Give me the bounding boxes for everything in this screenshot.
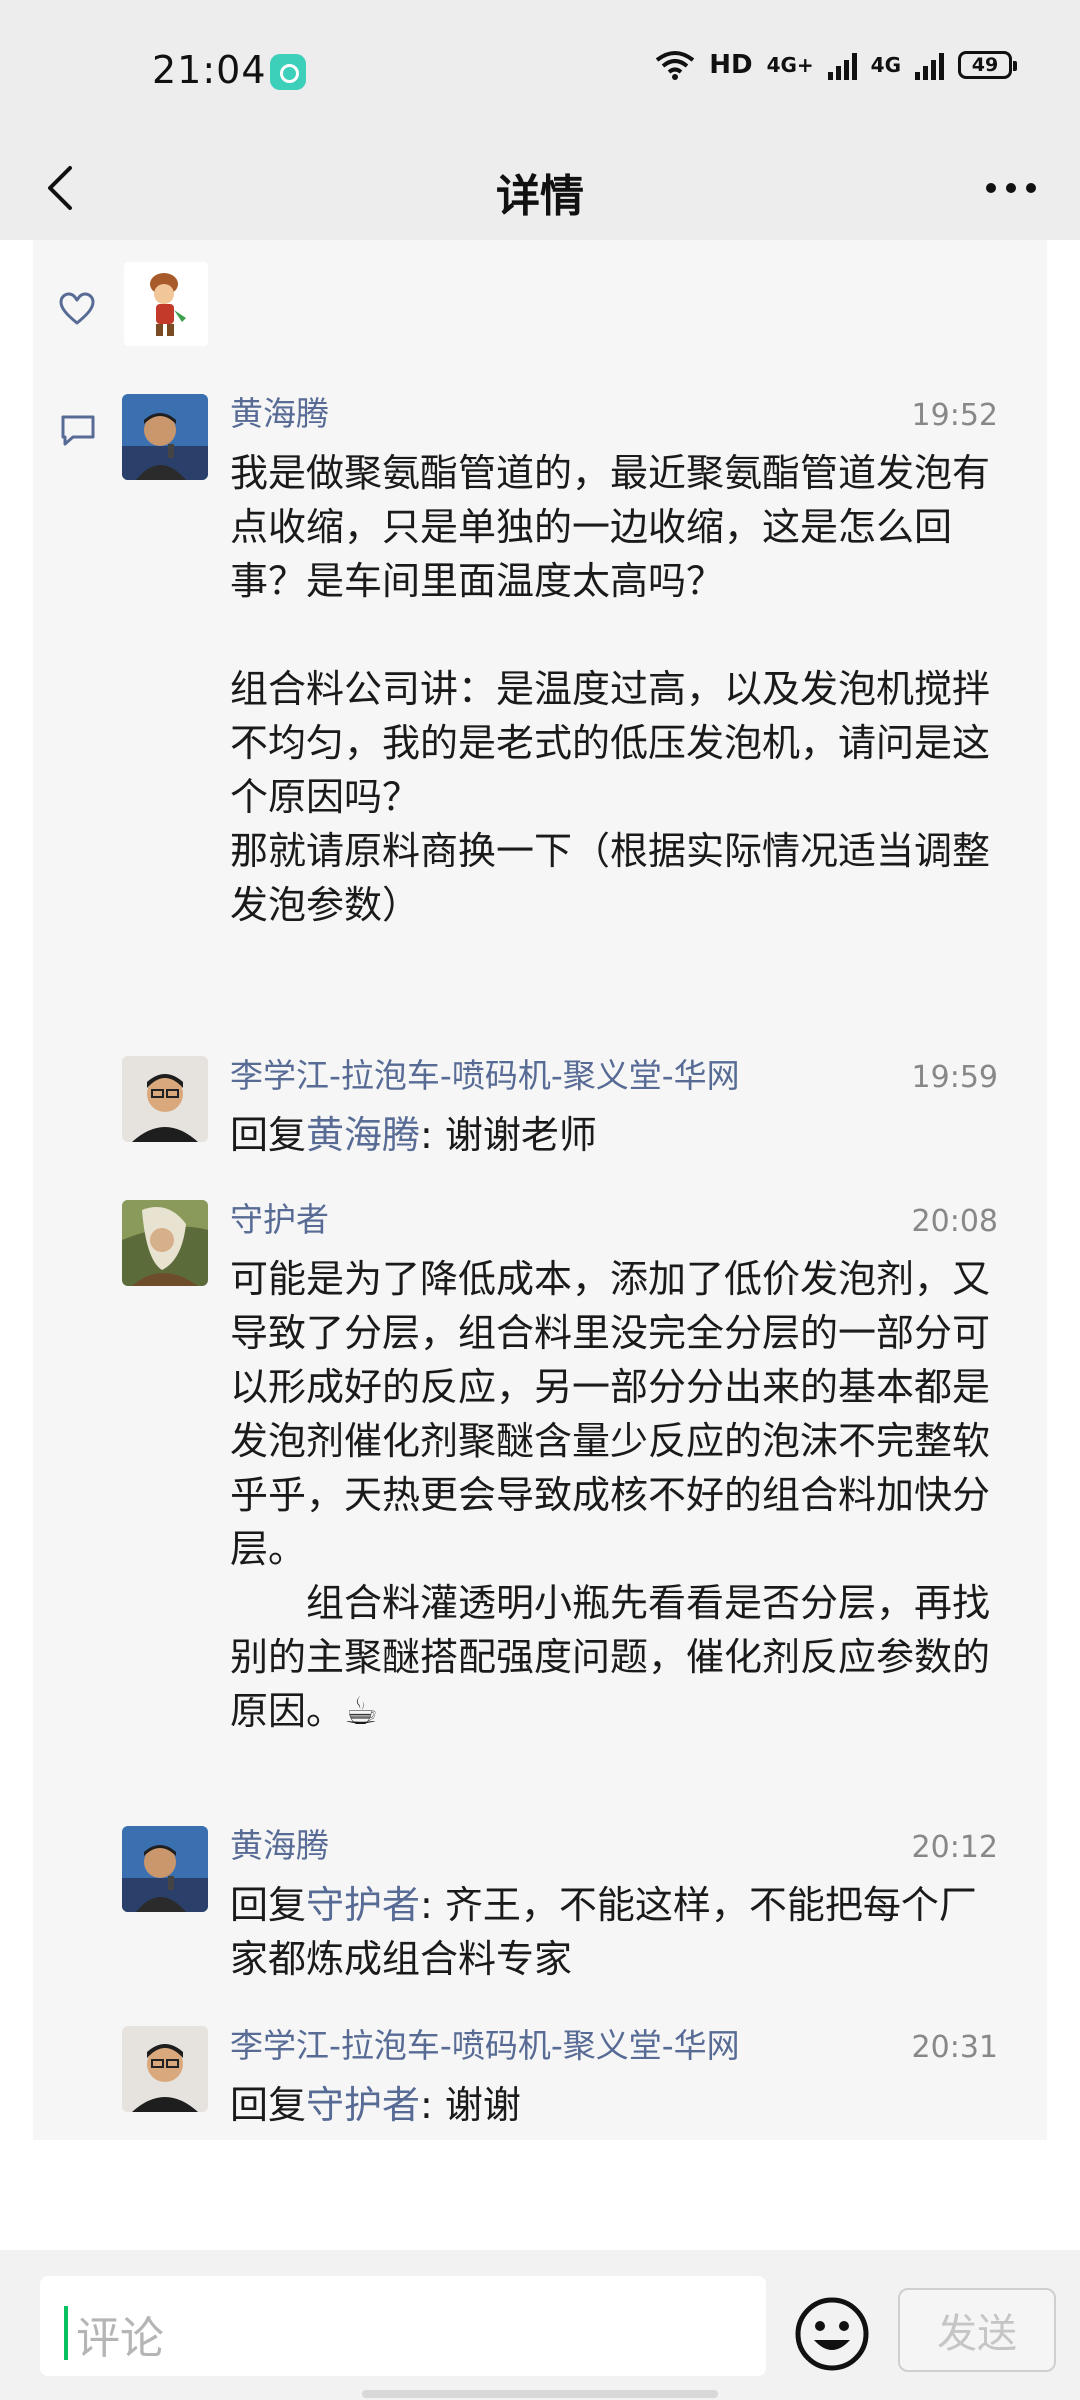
heart-icon [59, 292, 95, 325]
comment-author[interactable]: 黄海腾 [230, 394, 329, 434]
status-icons: HD 4G+ 4G 49 [655, 50, 1017, 80]
network-type-2: 4G [870, 53, 901, 77]
comment-item: 守护者 20:08 可能是为了降低成本，添加了低价发泡剂，又导致了分层，组合料里… [122, 1200, 1002, 1760]
text-caret [64, 2306, 68, 2360]
comment-time: 19:59 [911, 1060, 998, 1095]
comment-item: 黄海腾 20:12 回复守护者: 齐王，不能这样，不能把每个厂家都炼成组合料专家 [122, 1826, 1002, 1996]
comment-paragraph: 那就请原料商换一下（根据实际情况适当调整发泡参数） [230, 829, 991, 927]
comment-author[interactable]: 李学江-拉泡车-喷码机-聚义堂-华网 [230, 2026, 740, 2066]
comment-author[interactable]: 黄海腾 [230, 1826, 329, 1866]
comment-body: 可能是为了降低成本，添加了低价发泡剂，又导致了分层，组合料里没完全分层的一部分可… [230, 1252, 1010, 1738]
liker-avatar[interactable] [124, 262, 208, 346]
comment-input-bar: 评论 发送 [0, 2250, 1080, 2400]
avatar[interactable] [122, 1826, 208, 1912]
avatar[interactable] [122, 1056, 208, 1142]
comment-time: 19:52 [911, 398, 998, 433]
emoji-icon[interactable] [792, 2294, 872, 2374]
reply-text: : 谢谢老师 [420, 1113, 597, 1157]
comment-time: 20:08 [911, 1204, 998, 1239]
comment-body: 回复守护者: 谢谢 [230, 2078, 1010, 2132]
comment-author[interactable]: 守护者 [230, 1200, 329, 1240]
comment-time: 20:31 [911, 2030, 998, 2065]
comment-time: 20:12 [911, 1830, 998, 1865]
comment-body: 我是做聚氨酯管道的，最近聚氨酯管道发泡有点收缩，只是单独的一边收缩，这是怎么回事… [230, 446, 1010, 932]
status-bar: 21:04 HD 4G+ 4G 49 [0, 0, 1080, 140]
comment-paragraph: 组合料灌透明小瓶先看看是否分层，再找别的主聚醚搭配强度问题，催化剂反应参数的原因… [230, 1581, 991, 1733]
comment-paragraph: 我是做聚氨酯管道的，最近聚氨酯管道发泡有点收缩，只是单独的一边收缩，这是怎么回事… [230, 451, 991, 603]
battery-icon: 49 [958, 51, 1017, 79]
comment-body: 回复守护者: 齐王，不能这样，不能把每个厂家都炼成组合料专家 [230, 1878, 1010, 1986]
signal-icon-2 [915, 50, 944, 80]
comment-item: 李学江-拉泡车-喷码机-聚义堂-华网 19:59 回复黄海腾: 谢谢老师 [122, 1056, 1002, 1166]
reply-text: : 谢谢 [420, 2083, 521, 2127]
status-time: 21:04 [152, 48, 267, 92]
comment-author[interactable]: 李学江-拉泡车-喷码机-聚义堂-华网 [230, 1056, 740, 1096]
home-indicator[interactable] [362, 2390, 718, 2398]
hd-label: HD [709, 50, 753, 80]
comment-input[interactable]: 评论 [40, 2276, 766, 2376]
comment-item: 李学江-拉泡车-喷码机-聚义堂-华网 20:31 回复守护者: 谢谢 [122, 2026, 1002, 2136]
reply-to-name[interactable]: 守护者 [306, 2083, 420, 2127]
page-title: 详情 [496, 171, 584, 222]
reply-to-name[interactable]: 守护者 [306, 1883, 420, 1927]
comment-paragraph: 可能是为了降低成本，添加了低价发泡剂，又导致了分层，组合料里没完全分层的一部分可… [230, 1257, 991, 1571]
reply-prefix: 回复 [230, 1883, 307, 1927]
wifi-icon [655, 51, 695, 80]
signal-icon-1 [827, 50, 857, 80]
reply-to-name[interactable]: 黄海腾 [306, 1113, 420, 1157]
more-dots-icon[interactable] [976, 158, 1046, 218]
comment-paragraph: 组合料公司讲：是温度过高，以及发泡机搅拌不均匀，我的是老式的低压发泡机，请问是这… [230, 667, 991, 819]
avatar[interactable] [122, 394, 208, 480]
nav-bar: 详情 [0, 140, 1080, 240]
app-notification-icon [270, 54, 306, 90]
reply-prefix: 回复 [230, 2083, 307, 2127]
comment-icon [61, 415, 95, 446]
network-type-1: 4G+ [766, 53, 814, 77]
comment-placeholder: 评论 [76, 2313, 164, 2364]
avatar[interactable] [122, 2026, 208, 2112]
send-button[interactable]: 发送 [898, 2288, 1056, 2372]
avatar[interactable] [122, 1200, 208, 1286]
comment-item: 黄海腾 19:52 我是做聚氨酯管道的，最近聚氨酯管道发泡有点收缩，只是单独的一… [122, 394, 1002, 934]
reply-prefix: 回复 [230, 1113, 307, 1157]
battery-level: 49 [971, 54, 999, 76]
comment-body: 回复黄海腾: 谢谢老师 [230, 1108, 1010, 1162]
